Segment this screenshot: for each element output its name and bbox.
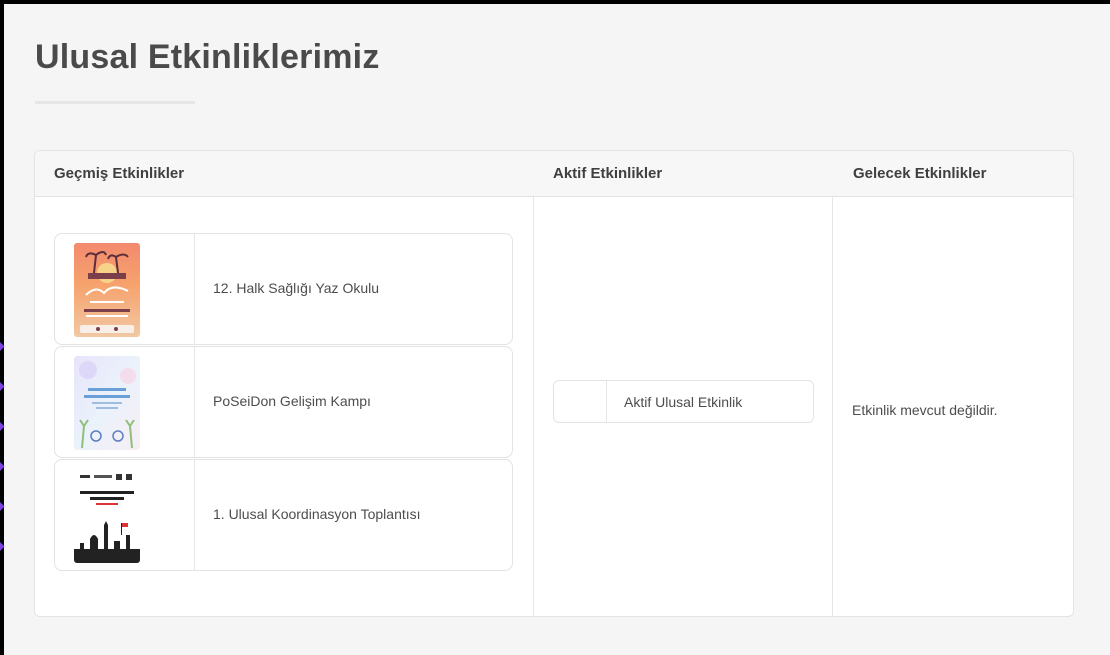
event-thumbnail-cell xyxy=(55,347,195,457)
past-events-heading: Geçmiş Etkinlikler xyxy=(54,165,185,182)
event-poster-image[interactable] xyxy=(74,356,140,450)
column-divider xyxy=(533,197,534,616)
no-events-message: Etkinlik mevcut değildir. xyxy=(852,402,998,418)
active-events-heading: Aktif Etkinlikler xyxy=(553,165,663,182)
page-title: Ulusal Etkinliklerimiz xyxy=(35,38,380,76)
past-event-card[interactable]: PoSeiDon Gelişim Kampı xyxy=(54,346,513,458)
title-underline xyxy=(35,101,195,104)
past-event-card[interactable]: 1. Ulusal Koordinasyon Toplantısı xyxy=(54,459,513,571)
active-event-card[interactable]: Aktif Ulusal Etkinlik xyxy=(553,380,814,423)
event-thumbnail-cell xyxy=(554,381,607,422)
past-event-card[interactable]: 12. Halk Sağlığı Yaz Okulu xyxy=(54,233,513,345)
event-name[interactable]: 12. Halk Sağlığı Yaz Okulu xyxy=(213,280,379,296)
event-name[interactable]: Aktif Ulusal Etkinlik xyxy=(624,394,742,410)
panel-header: Geçmiş Etkinlikler Aktif Etkinlikler Gel… xyxy=(35,151,1073,197)
event-name[interactable]: PoSeiDon Gelişim Kampı xyxy=(213,393,371,409)
page: Ulusal Etkinliklerimiz Geçmiş Etkinlikle… xyxy=(4,4,1110,655)
events-panel: Geçmiş Etkinlikler Aktif Etkinlikler Gel… xyxy=(34,150,1074,617)
event-name[interactable]: 1. Ulusal Koordinasyon Toplantısı xyxy=(213,506,421,522)
column-divider xyxy=(832,197,833,616)
future-events-heading: Gelecek Etkinlikler xyxy=(853,165,987,182)
event-thumbnail-cell xyxy=(55,460,195,570)
event-poster-image[interactable] xyxy=(74,469,140,563)
event-thumbnail-cell xyxy=(55,234,195,344)
event-poster-image[interactable] xyxy=(74,243,140,337)
